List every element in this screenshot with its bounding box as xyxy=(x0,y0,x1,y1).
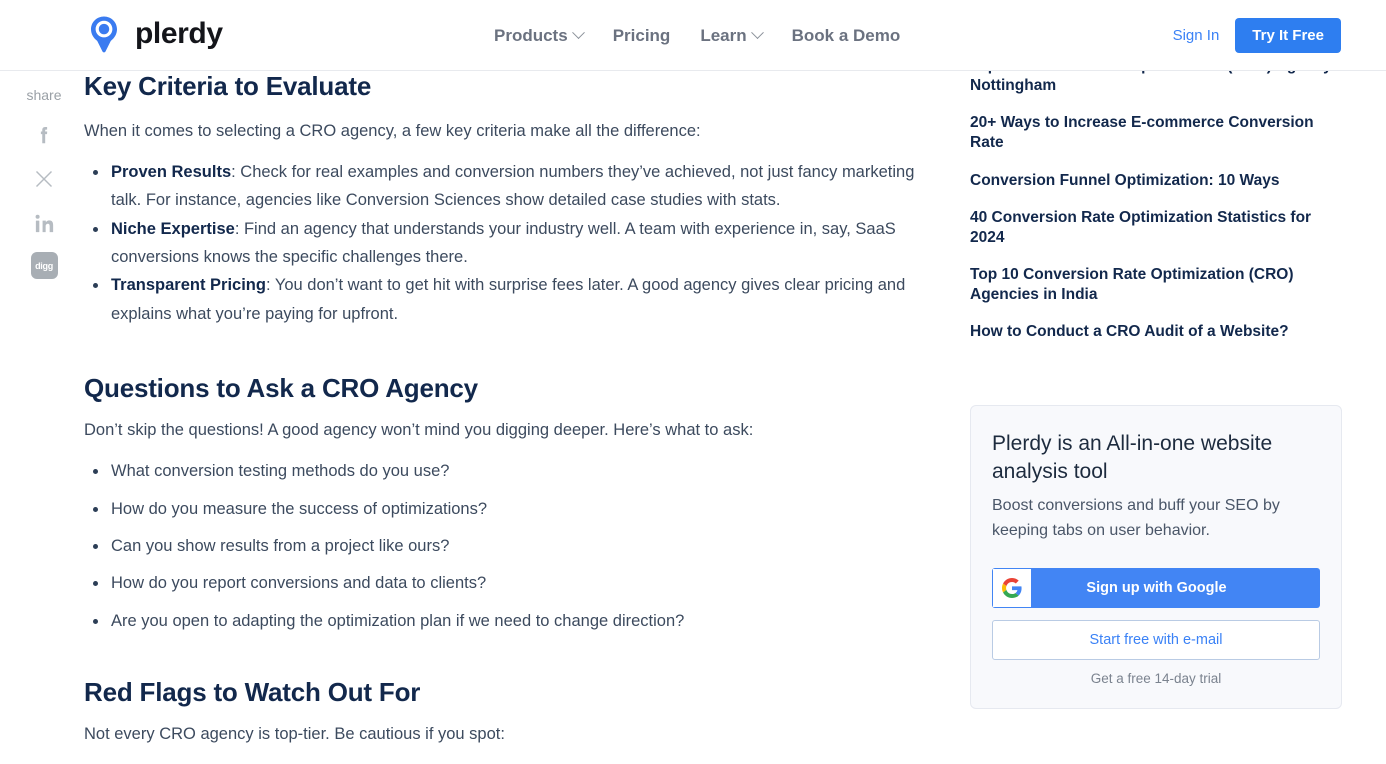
list-item: 20+ Ways to Increase E-commerce Conversi… xyxy=(970,113,1342,153)
bullet-text: Are you open to adapting the optimizatio… xyxy=(111,611,685,630)
try-it-free-button[interactable]: Try It Free xyxy=(1235,18,1341,53)
nav-label: Products xyxy=(494,25,568,45)
promo-subtitle: Boost conversions and buff your SEO by k… xyxy=(992,497,1280,540)
related-article-link[interactable]: 20+ Ways to Increase E-commerce Conversi… xyxy=(970,113,1342,153)
plerdy-pin-logo-icon xyxy=(84,14,124,54)
linkedin-icon[interactable] xyxy=(29,208,59,238)
sign-in-link[interactable]: Sign In xyxy=(1173,27,1220,44)
related-articles-sidebar: Top Conversion Rate Optimization (CRO) A… xyxy=(970,56,1342,359)
section-lede: Not every CRO agency is top-tier. Be cau… xyxy=(84,725,505,744)
bullet-lead: Niche Expertise xyxy=(111,219,235,238)
article-body: Key Criteria to Evaluate When it comes t… xyxy=(84,71,929,747)
related-article-link[interactable]: Top 10 Conversion Rate Optimization (CRO… xyxy=(970,265,1342,305)
list-item: How do you measure the success of optimi… xyxy=(84,495,929,523)
bullet-text: How do you report conversions and data t… xyxy=(111,574,487,593)
section-title-questions: Questions to Ask a CRO Agency xyxy=(84,373,478,404)
list-item: Can you show results from a project like… xyxy=(84,532,929,560)
nav-label: Pricing xyxy=(612,25,671,45)
list-item: Niche Expertise: Find an agency that und… xyxy=(84,215,929,272)
section-lede: Don’t skip the questions! A good agency … xyxy=(84,421,754,440)
related-article-link[interactable]: 40 Conversion Rate Optimization Statisti… xyxy=(970,208,1342,248)
list-item: 40 Conversion Rate Optimization Statisti… xyxy=(970,208,1342,248)
start-free-with-email-button[interactable]: Start free with e-mail xyxy=(992,620,1320,661)
criteria-list: Proven Results: Check for real examples … xyxy=(84,158,929,328)
related-article-link[interactable]: How to Conduct a CRO Audit of a Website? xyxy=(970,322,1342,342)
bullet-lead: Transparent Pricing xyxy=(111,276,266,295)
bullet-text: : Check for real examples and conversion… xyxy=(111,162,915,210)
nav-products[interactable]: Products xyxy=(494,25,585,46)
related-articles-list: Top Conversion Rate Optimization (CRO) A… xyxy=(970,56,1342,342)
promo-signup-card: Plerdy is an All-in-one website analysis… xyxy=(970,405,1342,710)
bullet-lead: Proven Results xyxy=(111,162,232,181)
site-header: plerdy Products Pricing Learn Book a Dem… xyxy=(0,0,1386,71)
list-item: What conversion testing methods do you u… xyxy=(84,457,929,485)
list-item: Conversion Funnel Optimization: 10 Ways xyxy=(970,171,1342,191)
main-navigation: Products Pricing Learn Book a Demo xyxy=(494,0,900,71)
section-lede: When it comes to selecting a CRO agency,… xyxy=(84,122,701,141)
header-actions: Sign In Try It Free xyxy=(1173,0,1341,71)
trial-note: Get a free 14-day trial xyxy=(1090,671,1222,687)
bullet-text: What conversion testing methods do you u… xyxy=(111,462,450,481)
list-item: How do you report conversions and data t… xyxy=(84,569,929,597)
nav-book-a-demo[interactable]: Book a Demo xyxy=(792,26,901,46)
digg-icon[interactable]: digg xyxy=(30,252,58,279)
list-item: Top 10 Conversion Rate Optimization (CRO… xyxy=(970,265,1342,305)
questions-list: What conversion testing methods do you u… xyxy=(84,457,929,635)
google-button-label: Sign up with Google xyxy=(1086,580,1227,597)
nav-learn[interactable]: Learn xyxy=(700,25,764,46)
share-label: share xyxy=(26,87,62,103)
site-logo[interactable]: plerdy xyxy=(84,14,223,54)
nav-pricing[interactable]: Pricing xyxy=(613,26,671,46)
list-item: Proven Results: Check for real examples … xyxy=(84,158,929,215)
list-item: How to Conduct a CRO Audit of a Website? xyxy=(970,322,1342,342)
google-g-icon xyxy=(993,569,1031,608)
nav-label: Learn xyxy=(700,25,747,45)
nav-label: Book a Demo xyxy=(791,25,901,45)
page-title: Key Criteria to Evaluate xyxy=(84,71,372,101)
related-article-link[interactable]: Conversion Funnel Optimization: 10 Ways xyxy=(970,171,1342,191)
chevron-down-icon xyxy=(750,26,764,40)
sign-up-with-google-button[interactable]: Sign up with Google xyxy=(992,568,1320,609)
x-twitter-icon[interactable] xyxy=(29,164,59,194)
promo-title: Plerdy is an All-in-one website analysis… xyxy=(992,432,1273,483)
list-item: Are you open to adapting the optimizatio… xyxy=(84,607,929,635)
bullet-text: How do you measure the success of optimi… xyxy=(111,499,488,518)
social-share-rail: share digg xyxy=(0,88,88,279)
section-title-red-flags: Red Flags to Watch Out For xyxy=(84,677,421,707)
bullet-text: Can you show results from a project like… xyxy=(111,536,450,555)
brand-name: plerdy xyxy=(135,17,223,50)
list-item: Transparent Pricing: You don’t want to g… xyxy=(84,271,929,328)
facebook-icon[interactable] xyxy=(29,120,59,150)
chevron-down-icon xyxy=(571,26,585,40)
